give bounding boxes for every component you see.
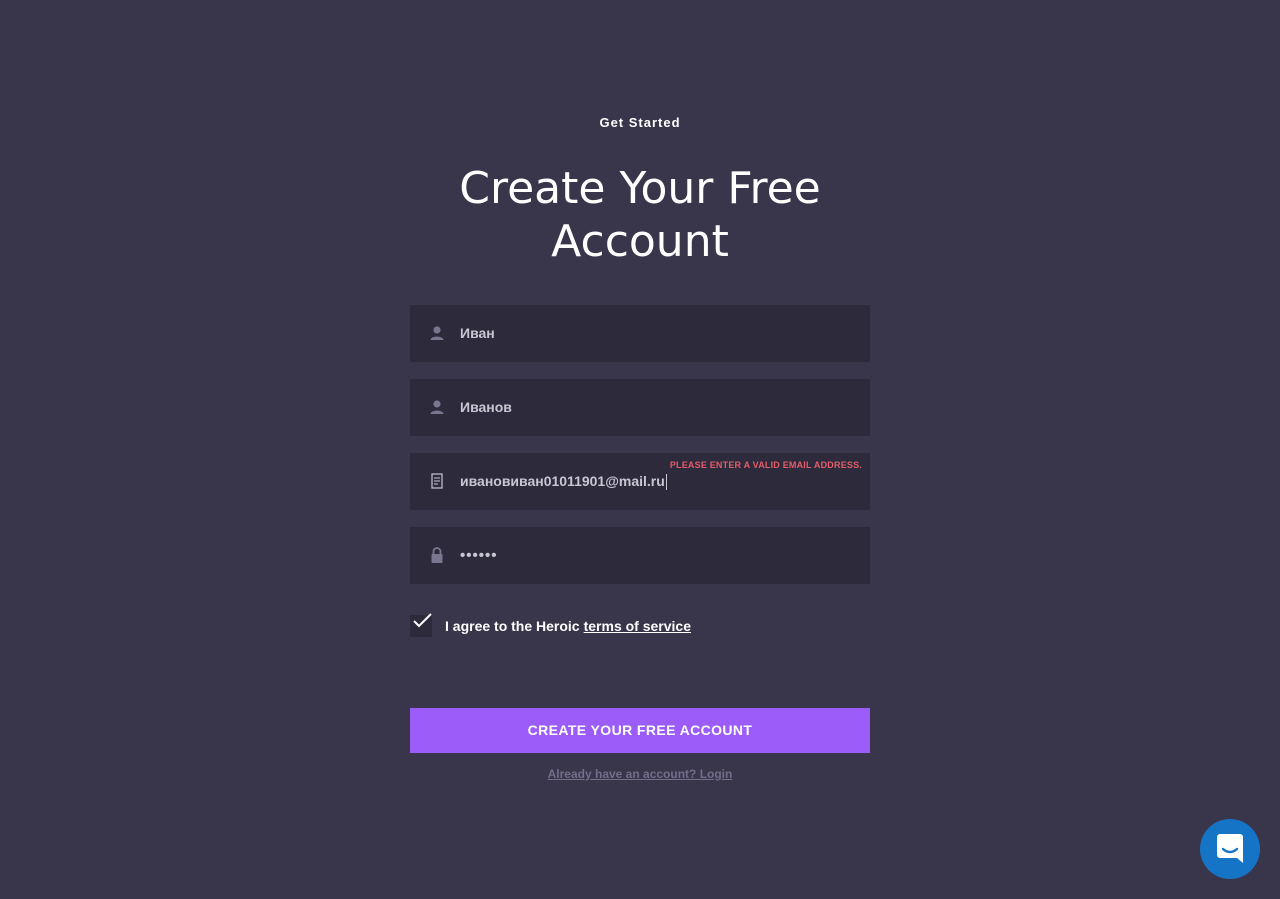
chat-launcher-button[interactable]	[1200, 819, 1260, 879]
chat-icon	[1217, 834, 1243, 863]
checkmark-icon	[413, 613, 432, 628]
terms-text: I agree to the Heroic	[445, 618, 580, 634]
password-field[interactable]: ••••••	[410, 527, 870, 584]
first-name-value[interactable]: Иван	[460, 305, 495, 362]
page-title-line-1: Create Your Free	[459, 163, 821, 214]
page-title: Create Your Free Account	[390, 162, 890, 268]
email-value[interactable]: ивановиван01011901@mail.ru	[460, 453, 667, 510]
text-caret	[665, 474, 667, 491]
first-name-field[interactable]: Иван	[410, 305, 870, 362]
page-title-line-2: Account	[551, 216, 729, 267]
last-name-value[interactable]: Иванов	[460, 379, 512, 436]
person-icon	[428, 324, 446, 342]
email-field[interactable]: PLEASE ENTER A VALID EMAIL ADDRESS. иван…	[410, 453, 870, 510]
signup-page: Get Started Create Your Free Account Ива…	[0, 0, 1280, 899]
login-link[interactable]: Already have an account? Login	[548, 767, 733, 781]
eyebrow-label: Get Started	[599, 115, 681, 130]
terms-of-service-link[interactable]: terms of service	[584, 618, 691, 634]
email-card-icon	[428, 472, 446, 490]
email-error-message: PLEASE ENTER A VALID EMAIL ADDRESS.	[669, 460, 862, 470]
lock-icon	[428, 546, 446, 564]
terms-checkbox[interactable]	[410, 613, 432, 637]
create-account-button[interactable]: CREATE YOUR FREE ACCOUNT	[410, 708, 870, 753]
terms-agreement: I agree to the Heroic terms of service	[410, 612, 691, 640]
login-link-container: Already have an account? Login	[0, 767, 1280, 781]
person-icon	[428, 398, 446, 416]
password-value[interactable]: ••••••	[460, 527, 498, 584]
email-text: ивановиван01011901@mail.ru	[460, 473, 665, 489]
terms-label: I agree to the Heroic terms of service	[445, 618, 691, 634]
last-name-field[interactable]: Иванов	[410, 379, 870, 436]
